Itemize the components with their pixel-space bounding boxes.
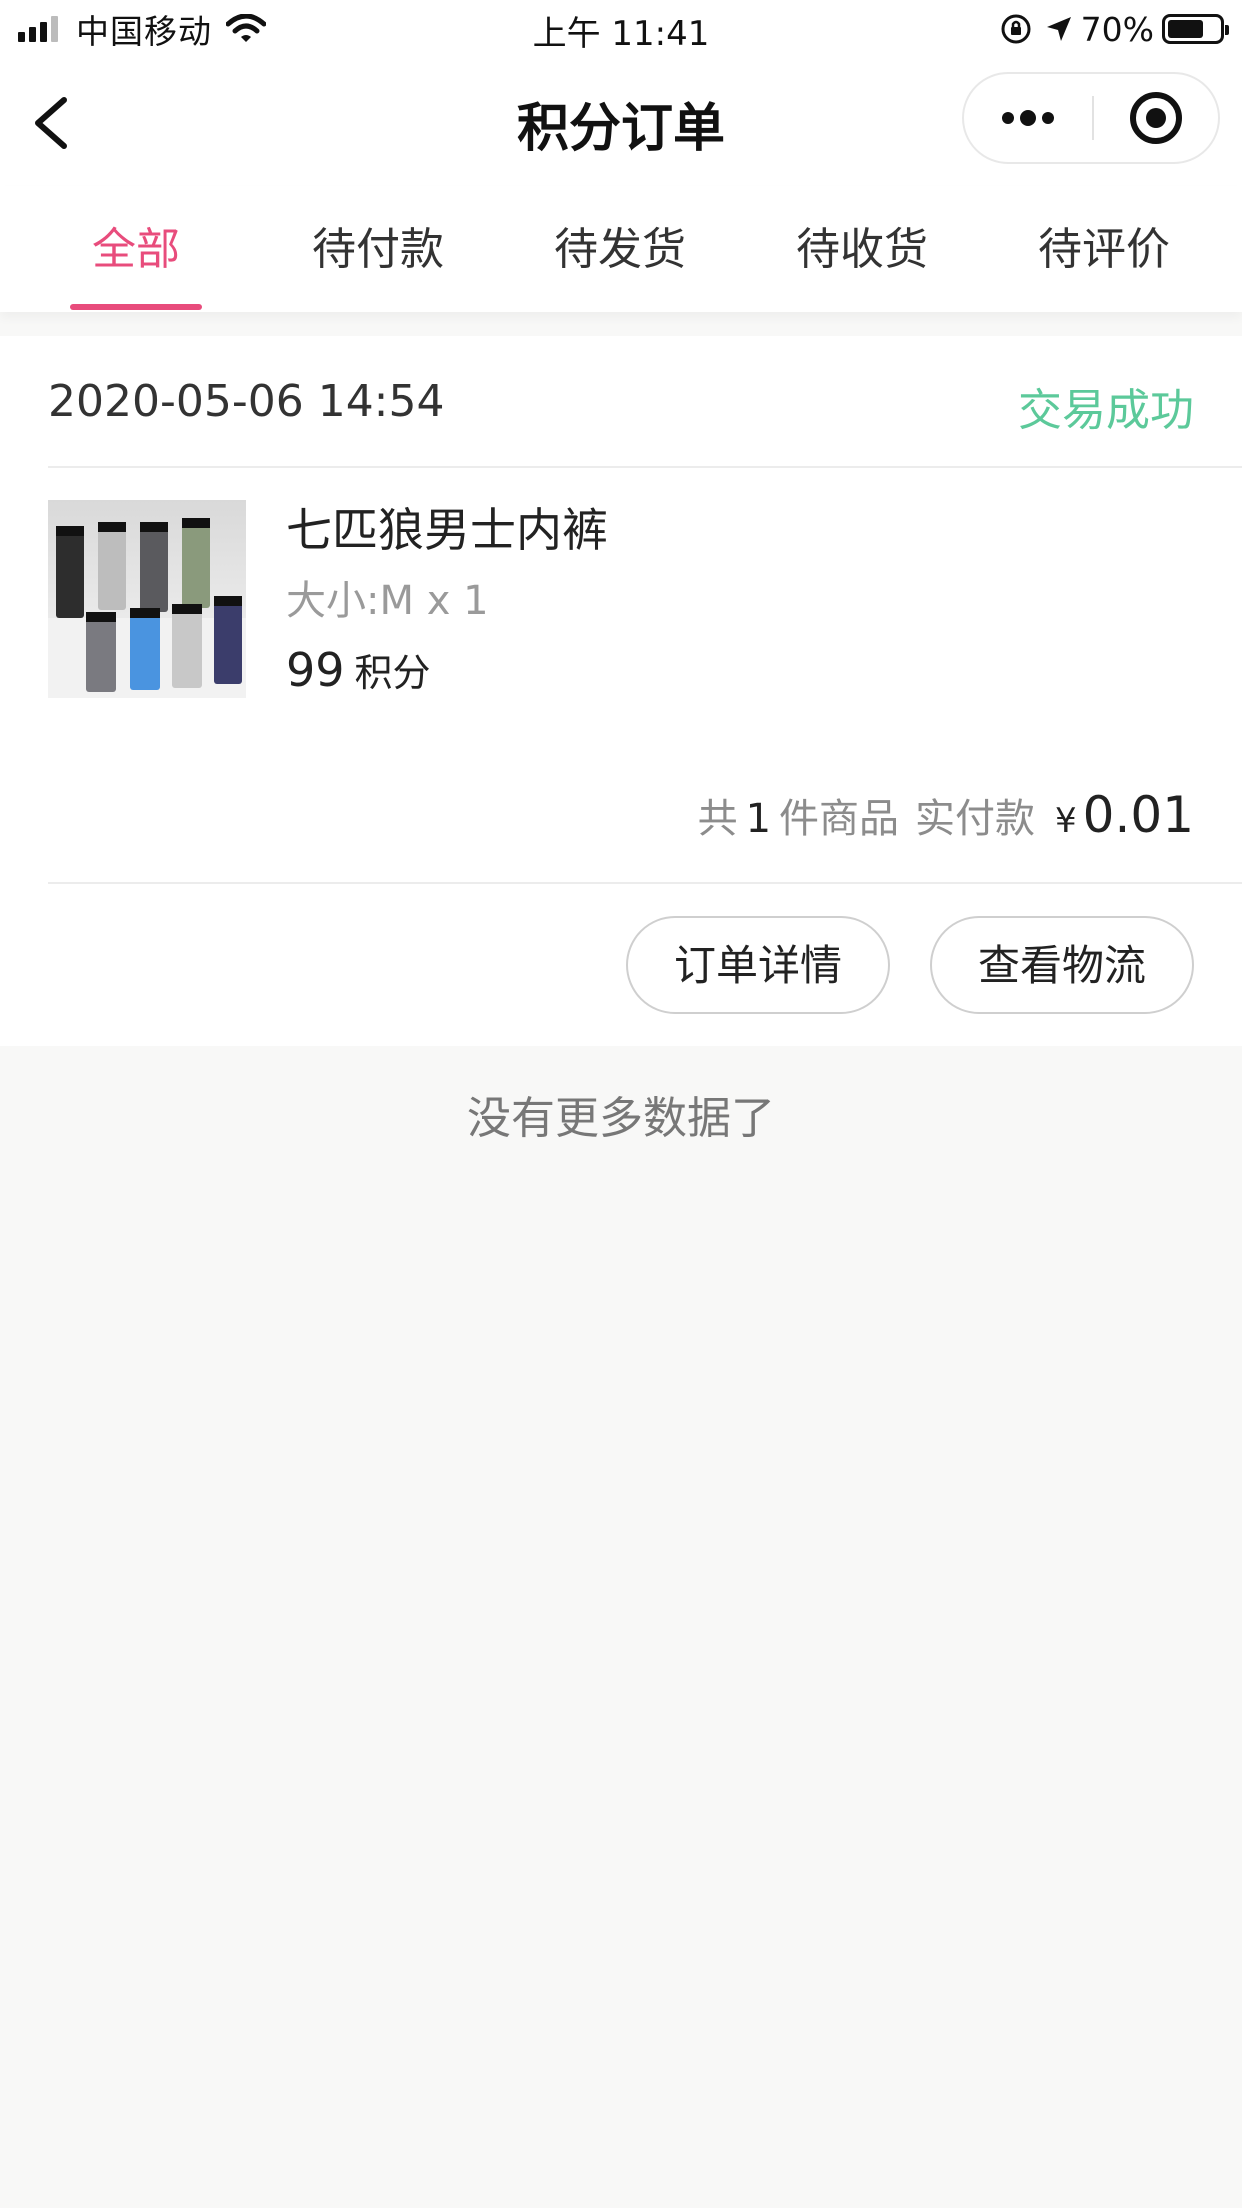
mini-program-capsule xyxy=(962,72,1220,164)
battery-fill xyxy=(1168,20,1203,38)
points-unit: 积分 xyxy=(354,651,431,695)
item-count-suffix: 件商品 xyxy=(779,796,900,842)
close-mini-program-icon[interactable] xyxy=(1094,74,1220,162)
order-header: 2020-05-06 14:54 交易成功 xyxy=(48,336,1242,468)
tab-all[interactable]: 全部 xyxy=(36,186,236,312)
points-value: 99 xyxy=(286,643,345,697)
product-spec: 大小:M x 1 xyxy=(286,578,489,624)
location-icon xyxy=(1046,17,1071,41)
battery-percent: 70% xyxy=(1080,9,1154,49)
product-image[interactable] xyxy=(48,500,246,698)
currency-symbol: ¥ xyxy=(1055,801,1077,841)
tab-pending-payment[interactable]: 待付款 xyxy=(278,186,478,312)
summary-divider xyxy=(48,882,1242,884)
paid-amount: 0.01 xyxy=(1082,786,1194,844)
tab-pending-receipt[interactable]: 待收货 xyxy=(762,186,962,312)
active-tab-indicator xyxy=(70,304,202,310)
nav-bar: 积分订单 xyxy=(0,58,1242,186)
order-summary: 共 1 件商品 实付款 ¥ 0.01 xyxy=(698,786,1194,844)
order-detail-button[interactable]: 订单详情 xyxy=(626,916,890,1014)
no-more-data: 没有更多数据了 xyxy=(467,1093,775,1144)
product-points: 99 积分 xyxy=(286,642,431,697)
order-tabs: 全部 待付款 待发货 待收货 待评价 xyxy=(0,186,1242,312)
product-photo-illustration xyxy=(48,518,246,698)
summary-prefix: 共 xyxy=(697,796,738,842)
order-card[interactable]: 2020-05-06 14:54 交易成功 七匹狼男士内裤 大小:M x 1 9… xyxy=(0,336,1242,1046)
product-name[interactable]: 七匹狼男士内裤 xyxy=(286,494,608,560)
battery-icon xyxy=(1162,14,1229,44)
more-icon[interactable] xyxy=(964,74,1092,162)
order-time: 2020-05-06 14:54 xyxy=(48,376,445,427)
paid-label: 实付款 xyxy=(915,796,1036,842)
rotation-lock-icon xyxy=(1001,14,1031,44)
tab-pending-review[interactable]: 待评价 xyxy=(1004,186,1204,312)
item-count: 1 xyxy=(745,796,772,842)
order-status: 交易成功 xyxy=(1018,385,1194,436)
view-logistics-button[interactable]: 查看物流 xyxy=(930,916,1194,1014)
status-right: 70% xyxy=(999,8,1229,50)
status-bar: 中国移动 上午 11:41 70% xyxy=(0,0,1242,58)
tab-pending-shipment[interactable]: 待发货 xyxy=(520,186,720,312)
